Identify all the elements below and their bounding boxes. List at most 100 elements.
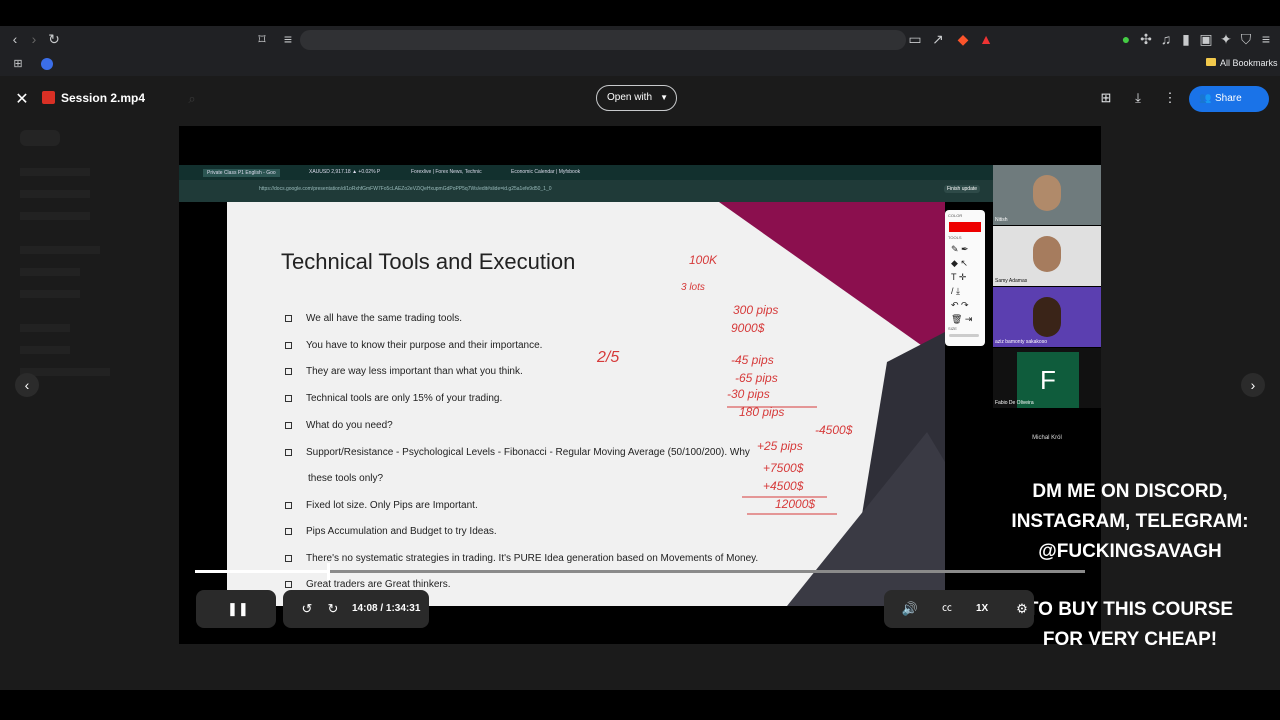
red-color-swatch — [949, 222, 981, 232]
media-icon[interactable]: ♫ — [1158, 32, 1174, 48]
promo-overlay-text: DM ME ON DISCORD, INSTAGRAM, TELEGRAM: @… — [995, 477, 1265, 567]
person-silhouette — [1033, 297, 1061, 337]
participant-video: aziz bamonty sakakoso — [993, 287, 1101, 347]
apps-grid-icon[interactable]: ⊞ — [10, 57, 26, 73]
sidebar-icon[interactable]: ▮ — [1178, 32, 1194, 48]
share-button[interactable]: 👥 Share — [1189, 86, 1269, 112]
participant-name: Samy Adamas — [995, 278, 1028, 284]
download-icon[interactable]: ⤓ — [1130, 90, 1146, 106]
recorded-tab: XAUUSD 2,917.18 ▲ +0.02% P — [309, 169, 381, 175]
tools-label: TOOLS — [948, 235, 962, 240]
participant-tile: F Fabio De Oliveira — [993, 348, 1101, 408]
share-people-icon: 👥 — [1199, 93, 1212, 104]
forward-icon[interactable]: › — [26, 32, 42, 48]
menu-icon[interactable]: ≡ — [1258, 32, 1274, 48]
pause-icon[interactable]: ❚❚ — [227, 600, 249, 618]
participant-name: Fabio De Oliveira — [995, 400, 1034, 406]
promo-overlay-text: TO BUY THIS COURSE FOR VERY CHEAP! — [1010, 595, 1250, 655]
wallet-icon[interactable]: ▣ — [1198, 32, 1214, 48]
time-display: 14:08 / 1:34:31 — [352, 603, 421, 614]
open-with-label: Open with — [607, 92, 653, 103]
rewind-10-icon[interactable]: ↺ — [298, 600, 316, 618]
promo-line: FOR VERY CHEAP! — [1042, 629, 1218, 650]
handwriting-note: -30 pips — [727, 387, 770, 401]
promo-line: DM ME ON DISCORD, — [1032, 481, 1228, 502]
chevron-down-icon: ▼ — [660, 93, 668, 102]
participant-strip: Nitish Samy Adamas aziz bamonty sakakoso… — [993, 165, 1101, 485]
next-file-button[interactable]: › — [1241, 373, 1265, 397]
handwriting-note: 100K — [689, 253, 718, 267]
folder-icon — [1206, 58, 1216, 66]
extensions-icon[interactable]: ✣ — [1138, 32, 1154, 48]
seek-bar-progress — [195, 570, 329, 573]
recorded-tab: Forexlive | Forex News, Technic — [411, 169, 482, 175]
handwriting-note: 300 pips — [733, 303, 778, 317]
promo-line: TO BUY THIS COURSE — [1026, 599, 1234, 620]
recorded-url: https://docs.google.com/presentation/d/1… — [259, 186, 552, 192]
brave-shield-icon[interactable]: ◆ — [955, 32, 971, 48]
address-bar[interactable] — [300, 30, 906, 50]
site-settings-icon[interactable]: ≡ — [280, 32, 296, 48]
annotation-toolbar: COLOR TOOLS ✎ ✒ ◆ ↖ T ✛ / ⤓ ↶ ↷ 🗑 ⇥ SIZE — [945, 210, 985, 346]
bookmarks-bar: ⊞ — [0, 54, 1280, 76]
back-icon[interactable]: ‹ — [7, 32, 23, 48]
participant-video: Samy Adamas — [993, 226, 1101, 286]
rewards-icon[interactable]: ▲ — [978, 32, 994, 48]
volume-icon[interactable]: 🔊 — [901, 600, 919, 618]
reload-icon[interactable]: ↻ — [46, 32, 62, 48]
share-page-icon[interactable]: ↗ — [930, 32, 946, 48]
dimmed-drive-sidebar — [20, 130, 170, 376]
playback-speed-button[interactable]: 1X — [976, 603, 988, 614]
extension-icon[interactable]: ● — [1118, 32, 1134, 48]
promo-line: @FUCKINGSAVAGH — [1038, 541, 1222, 562]
promo-line: INSTAGRAM, TELEGRAM: — [1011, 511, 1249, 532]
seek-handle[interactable] — [327, 563, 331, 580]
share-label: Share — [1215, 93, 1242, 104]
bookmark-favicon-icon[interactable] — [41, 58, 53, 70]
previous-file-button[interactable]: ‹ — [15, 373, 39, 397]
open-with-button[interactable]: Open with ▼ — [596, 85, 677, 111]
bookmark-icon[interactable]: ⌑ — [254, 32, 270, 48]
participant-video: Nitish — [993, 165, 1101, 225]
participant-name: aziz bamonty sakakoso — [995, 339, 1047, 345]
person-silhouette — [1033, 236, 1061, 272]
size-slider — [949, 334, 979, 337]
all-bookmarks-link[interactable]: All Bookmarks — [1220, 58, 1278, 68]
toolbar-tool-icons: ✎ ✒ ◆ ↖ T ✛ / ⤓ ↶ ↷ 🗑 ⇥ — [951, 244, 973, 324]
participant-name: Michal Król — [1032, 435, 1062, 441]
participant-name: Nitish — [995, 217, 1008, 223]
recorded-tab: Private Class P1 English - Goo — [203, 169, 280, 177]
handwriting-note: 12000$ — [775, 497, 815, 511]
recorded-tab: Economic Calendar | Myfxbook — [511, 169, 581, 175]
person-silhouette — [1033, 175, 1061, 211]
cast-icon[interactable]: ▭ — [907, 32, 923, 48]
handwriting-note: +7500$ — [763, 461, 804, 475]
leo-icon[interactable]: ✦ — [1218, 32, 1234, 48]
handwriting-note: 3 lots — [681, 282, 705, 293]
finish-update-badge: Finish update — [944, 185, 981, 193]
add-comment-icon[interactable]: ⊞ — [1098, 90, 1114, 106]
captions-icon[interactable]: ㏄ — [938, 600, 956, 618]
close-icon[interactable]: ✕ — [13, 89, 31, 108]
video-player[interactable]: Private Class P1 English - Goo XAUUSD 2,… — [179, 126, 1101, 644]
color-label: COLOR — [948, 213, 963, 218]
handwriting-note: -4500$ — [815, 423, 853, 437]
handwriting-note: +25 pips — [757, 439, 803, 453]
handwriting-note: 9000$ — [731, 321, 765, 335]
search-icon: ⌕ — [188, 91, 196, 106]
video-file-icon — [42, 91, 55, 104]
bottom-bar — [0, 690, 1280, 720]
presentation-slide: Technical Tools and Execution We all hav… — [227, 202, 945, 606]
handwriting-note: -65 pips — [735, 371, 778, 385]
settings-gear-icon[interactable]: ⚙ — [1013, 600, 1031, 618]
top-bar — [0, 0, 1280, 26]
file-title: Session 2.mp4 — [61, 91, 146, 105]
handwriting-note: +4500$ — [763, 479, 804, 493]
size-label: SIZE — [948, 326, 957, 331]
vpn-icon[interactable]: ⛉ — [1238, 32, 1254, 48]
more-options-icon[interactable]: ⋮ — [1162, 90, 1178, 106]
handwritten-annotations: 100K 3 lots 300 pips 9000$ 2/5 -45 pips … — [596, 253, 853, 515]
handwriting-note: 2/5 — [596, 349, 619, 366]
recorded-tab-bar: Private Class P1 English - Goo XAUUSD 2,… — [179, 165, 993, 180]
forward-10-icon[interactable]: ↻ — [324, 600, 342, 618]
